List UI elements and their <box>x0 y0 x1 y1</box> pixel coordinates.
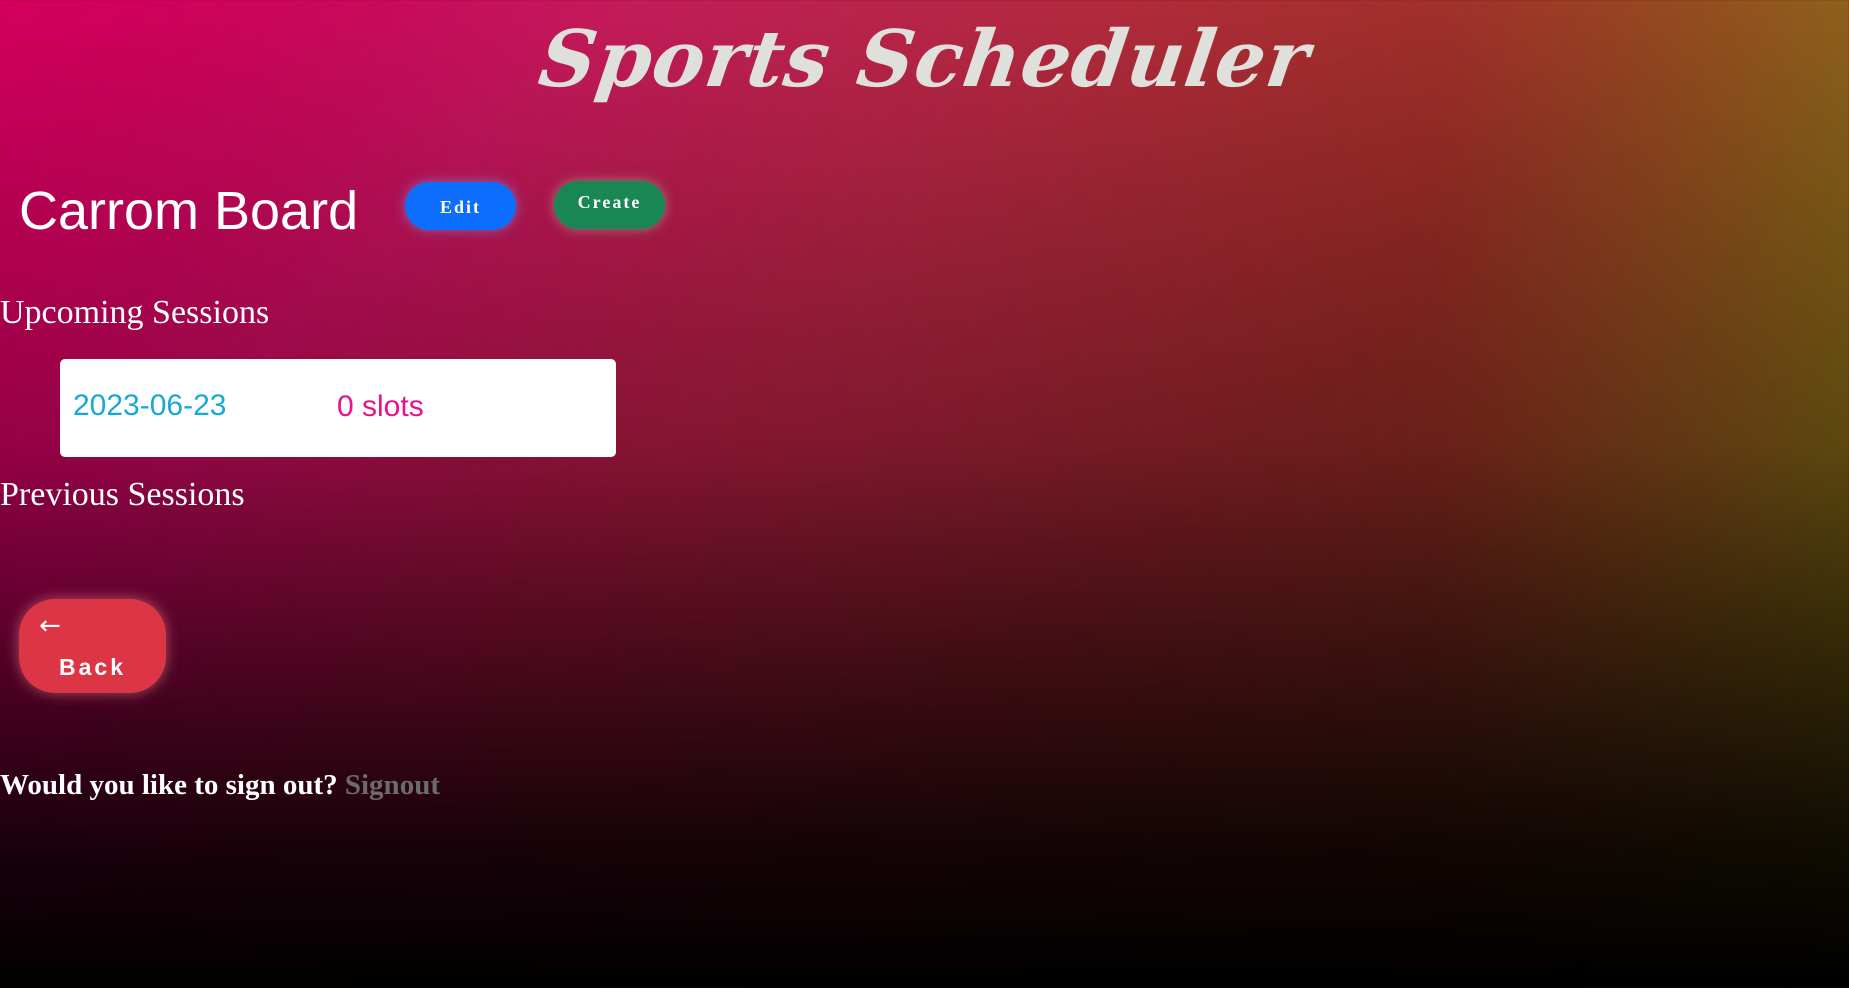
app-title: Sports Scheduler <box>533 14 1316 105</box>
signout-prompt: Would you like to sign out? <box>0 769 338 801</box>
create-button[interactable]: Create <box>554 181 665 229</box>
upcoming-sessions-heading: Upcoming Sessions <box>0 294 270 331</box>
sport-title: Carrom Board <box>19 181 359 241</box>
session-slots: 0 slots <box>337 390 424 423</box>
signout-prompt-line: Would you like to sign out? Signout <box>0 769 440 802</box>
previous-sessions-heading: Previous Sessions <box>0 476 245 513</box>
back-button[interactable]: ← Back <box>19 599 166 693</box>
signout-link[interactable]: Signout <box>345 769 440 801</box>
session-date: 2023-06-23 <box>73 389 227 422</box>
edit-button[interactable]: Edit <box>405 182 516 230</box>
arrow-left-icon: ← <box>39 611 61 641</box>
session-card[interactable]: 2023-06-23 0 slots <box>60 359 616 457</box>
back-label: Back <box>59 654 126 680</box>
